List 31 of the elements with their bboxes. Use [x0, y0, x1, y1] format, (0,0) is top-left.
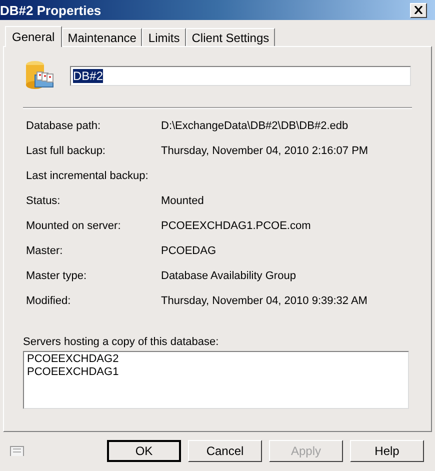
property-value: PCOEEXCHDAG1.PCOE.com	[161, 219, 311, 233]
dialog-button[interactable]: Help	[350, 440, 424, 462]
window-title: DB#2 Properties	[0, 4, 102, 16]
close-button[interactable]	[410, 2, 427, 18]
dialog-button[interactable]: OK	[107, 440, 181, 462]
servers-label: Servers hosting a copy of this database:	[23, 335, 220, 349]
property-value: Mounted	[161, 194, 204, 208]
property-value: D:\ExchangeData\DB#2\DB\DB#2.edb	[161, 119, 348, 133]
property-label: Last incremental backup:	[26, 169, 150, 183]
tab[interactable]: Maintenance	[62, 28, 142, 46]
property-label: Database path:	[26, 119, 102, 133]
property-value: Thursday, November 04, 2010 2:16:07 PM	[161, 144, 368, 158]
dialog-button[interactable]: Cancel	[188, 440, 262, 462]
property-label: Last full backup:	[26, 144, 106, 158]
tab[interactable]: General	[5, 26, 62, 47]
property-label: Master type:	[26, 269, 88, 283]
list-item[interactable]: PCOEEXCHDAG2	[27, 353, 405, 366]
tab[interactable]: Client Settings	[186, 28, 276, 46]
list-item[interactable]: PCOEEXCHDAG1	[27, 366, 405, 379]
close-icon	[414, 6, 423, 14]
property-label: Status:	[26, 194, 62, 208]
name-field[interactable]: DB#2	[70, 66, 411, 86]
property-value: PCOEDAG	[161, 244, 216, 258]
property-label: Master:	[26, 244, 64, 258]
servers-list[interactable]: PCOEEXCHDAG2 PCOEEXCHDAG1	[23, 351, 409, 409]
document-icon	[10, 446, 24, 456]
tab[interactable]: Limits	[142, 28, 186, 46]
property-label: Modified:	[26, 294, 72, 308]
property-value: Thursday, November 04, 2010 9:39:32 AM	[161, 294, 368, 308]
property-value: Database Availability Group	[161, 269, 296, 283]
property-label: Mounted on server:	[26, 219, 122, 233]
